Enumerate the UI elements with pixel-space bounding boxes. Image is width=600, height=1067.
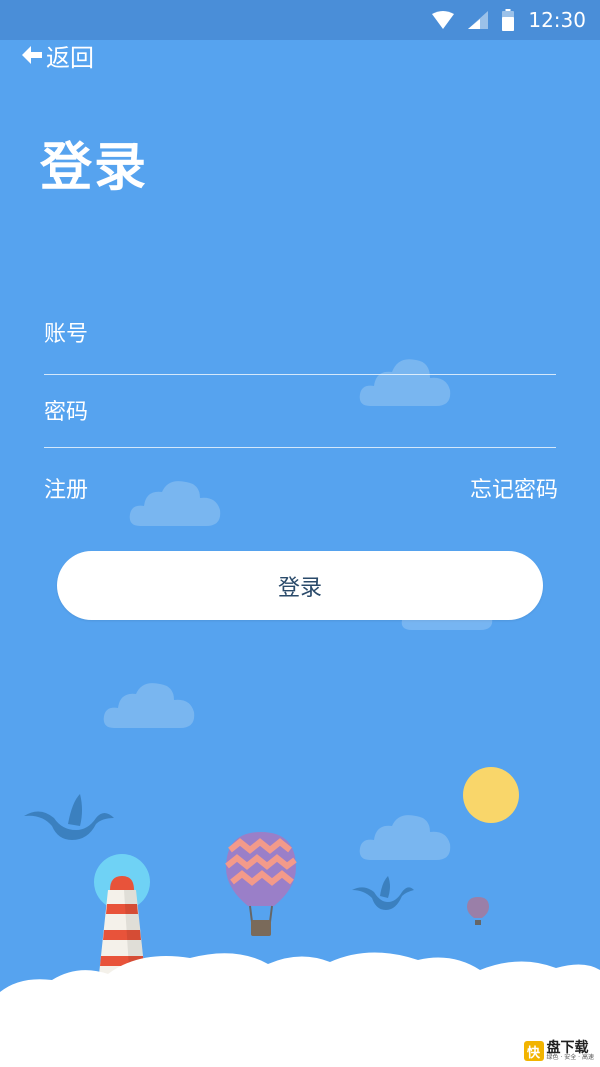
arrow-left-icon bbox=[22, 46, 42, 64]
bird-icon bbox=[352, 876, 414, 910]
password-divider bbox=[44, 447, 556, 448]
password-field[interactable] bbox=[44, 384, 556, 440]
bird-icon bbox=[24, 794, 114, 840]
cloud-decoration bbox=[401, 597, 493, 630]
sun-icon bbox=[463, 767, 519, 823]
cellular-signal-icon bbox=[468, 11, 489, 29]
hot-air-balloon-icon bbox=[467, 897, 489, 925]
page-title: 登录 bbox=[40, 138, 149, 198]
password-input[interactable] bbox=[44, 399, 556, 425]
forgot-password-link[interactable]: 忘记密码 bbox=[470, 472, 558, 504]
watermark-text: 盘下载 bbox=[546, 1040, 589, 1056]
status-icons: 12:30 bbox=[432, 0, 586, 40]
battery-icon bbox=[502, 9, 515, 31]
cloud-decoration bbox=[359, 815, 451, 860]
cloud-decoration bbox=[103, 683, 195, 728]
watermark-subtext: 绿色 · 安全 · 高速 bbox=[546, 1054, 594, 1061]
wifi-icon bbox=[432, 11, 455, 29]
back-label: 返回 bbox=[46, 43, 94, 72]
back-button[interactable]: 返回 bbox=[22, 40, 94, 72]
account-divider bbox=[44, 374, 556, 375]
cloud-decoration bbox=[129, 481, 221, 526]
watermark-glyph: 快 bbox=[523, 1041, 544, 1061]
hot-air-balloon-icon bbox=[225, 832, 297, 936]
status-time: 12:30 bbox=[528, 8, 586, 32]
register-link[interactable]: 注册 bbox=[44, 472, 88, 504]
account-input[interactable] bbox=[44, 321, 556, 347]
account-field[interactable] bbox=[44, 306, 556, 362]
cloud-bank-decoration bbox=[0, 952, 600, 1067]
watermark-logo: 快 盘下载 绿色 · 安全 · 高速 bbox=[523, 1040, 594, 1061]
status-bar: 12:30 bbox=[0, 0, 600, 40]
